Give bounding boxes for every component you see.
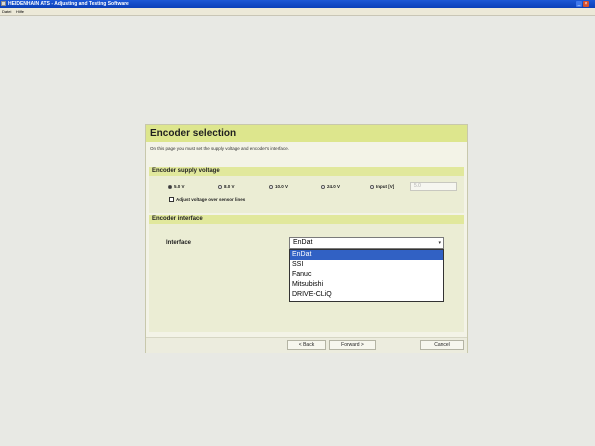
option-mitsubishi[interactable]: Mitsubishi bbox=[290, 280, 443, 290]
voltage-radio-8v[interactable]: 8.0 V bbox=[218, 184, 235, 190]
menu-item-hilfe[interactable]: Hilfe bbox=[16, 8, 24, 15]
option-fanuc[interactable]: Fanuc bbox=[290, 270, 443, 280]
interface-dropdown-list: EnDat SSI Fanuc Mitsubishi DRIVE-CLiQ bbox=[289, 249, 444, 302]
app-icon bbox=[1, 1, 6, 6]
window-title: HEIDENHAIN ATS - Adjusting and Testing S… bbox=[8, 1, 129, 7]
close-button[interactable]: × bbox=[583, 1, 589, 7]
voltage-radio-24v[interactable]: 24.0 V bbox=[321, 184, 340, 190]
dialog-title: Encoder selection bbox=[150, 128, 237, 139]
menu-bar: Datei Hilfe bbox=[0, 8, 595, 16]
back-button[interactable]: < Back bbox=[287, 340, 326, 350]
title-bar: HEIDENHAIN ATS - Adjusting and Testing S… bbox=[0, 0, 595, 8]
checkbox-icon bbox=[169, 197, 174, 203]
interface-section-header: Encoder interface bbox=[149, 215, 464, 224]
interface-selected-value: EnDat bbox=[293, 239, 313, 246]
supply-voltage-heading: Encoder supply voltage bbox=[152, 168, 220, 174]
interface-select[interactable]: EnDat ▾ bbox=[289, 237, 444, 249]
option-ssi[interactable]: SSI bbox=[290, 260, 443, 270]
radio-icon bbox=[321, 184, 325, 189]
dialog-description: On this page you must set the supply vol… bbox=[150, 146, 289, 151]
supply-voltage-section-header: Encoder supply voltage bbox=[149, 167, 464, 176]
radio-icon bbox=[218, 184, 222, 189]
cancel-button[interactable]: Cancel bbox=[420, 340, 464, 350]
voltage-radio-5v[interactable]: 5.0 V bbox=[168, 184, 185, 190]
adjust-voltage-checkbox[interactable]: Adjust voltage over sensor lines bbox=[169, 197, 245, 203]
radio-selected-icon bbox=[168, 184, 172, 189]
menu-item-datei[interactable]: Datei bbox=[2, 8, 11, 15]
dialog-footer: < Back Forward > Cancel bbox=[146, 337, 467, 353]
forward-button[interactable]: Forward > bbox=[329, 340, 376, 350]
encoder-selection-dialog: Encoder selection On this page you must … bbox=[145, 124, 468, 353]
voltage-radio-10v[interactable]: 10.0 V bbox=[269, 184, 288, 190]
radio-icon bbox=[370, 184, 374, 189]
radio-icon bbox=[269, 184, 273, 189]
chevron-down-icon[interactable]: ▾ bbox=[438, 240, 441, 246]
minimize-button[interactable]: _ bbox=[576, 1, 582, 7]
voltage-radio-input[interactable]: Input [V] bbox=[370, 184, 394, 190]
voltage-input-field[interactable]: 5.0 bbox=[410, 182, 457, 191]
option-drive-cliq[interactable]: DRIVE-CLiQ bbox=[290, 290, 443, 300]
dialog-title-bar: Encoder selection bbox=[146, 125, 467, 142]
interface-heading: Encoder interface bbox=[152, 216, 203, 222]
interface-label: Interface bbox=[166, 240, 192, 246]
option-endat[interactable]: EnDat bbox=[290, 250, 443, 260]
